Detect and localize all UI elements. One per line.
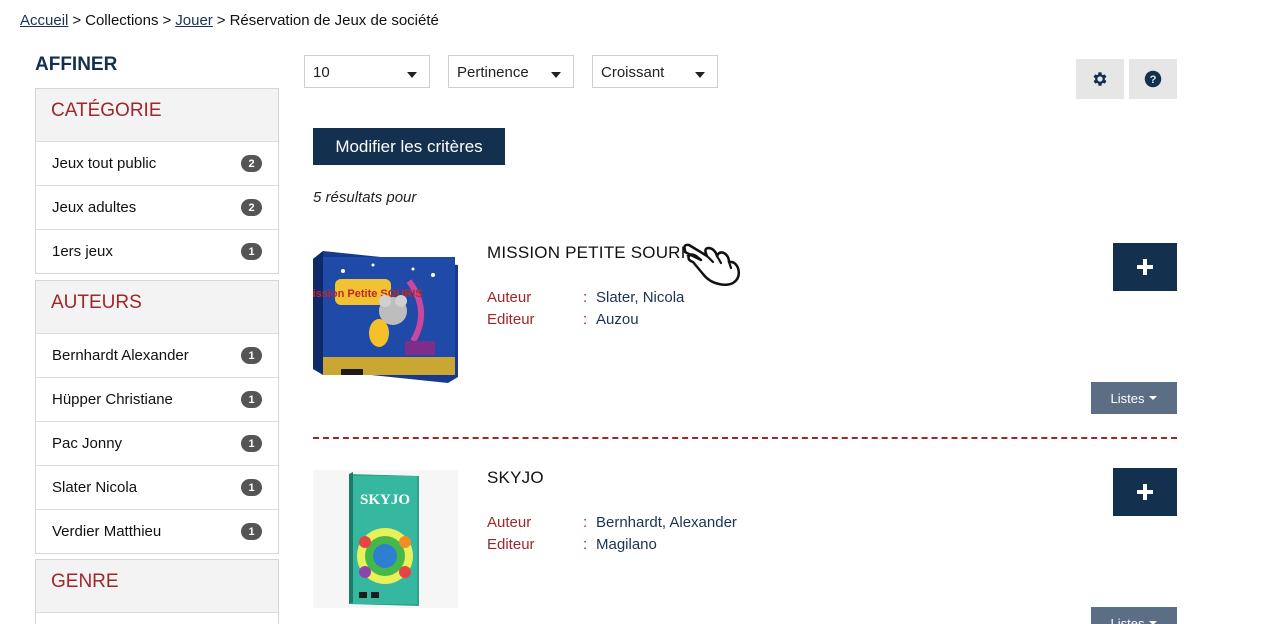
sort-value: Pertinence (457, 64, 529, 81)
result-cover-image[interactable]: SKYJO (313, 470, 458, 608)
lists-label: Listes (1110, 390, 1145, 406)
facet-item[interactable]: Jeux tout public 2 (36, 141, 278, 185)
lists-dropdown-button[interactable]: Listes (1091, 607, 1177, 624)
facet-categorie: CATÉGORIE Jeux tout public 2 Jeux adulte… (35, 88, 279, 274)
breadcrumb: Accueil > Collections > Jouer > Réservation de… (20, 12, 439, 29)
publisher-row: Editeur : Magilano (487, 536, 657, 553)
count-badge: 1 (241, 243, 262, 260)
facet-item-label: Verdier Matthieu (52, 523, 162, 540)
author-value[interactable]: Slater, Nicola (596, 289, 684, 306)
facet-item-label: Bernhardt Alexander (52, 347, 189, 364)
count-badge: 1 (241, 391, 262, 408)
results-count: 5 résultats pour (313, 189, 417, 206)
cover-text: SKYJO (360, 492, 410, 508)
per-page-value: 10 (313, 64, 330, 81)
order-value: Croissant (601, 64, 665, 81)
facet-item[interactable]: Slater Nicola 1 (36, 465, 278, 509)
result-cover-image[interactable]: Mission Petite SOURIS (303, 251, 458, 383)
facet-item-label: Slater Nicola (52, 479, 138, 496)
count-badge: 1 (241, 479, 262, 496)
publisher-label: Editeur (487, 536, 535, 553)
publisher-value[interactable]: Auzou (596, 311, 639, 328)
count-badge: 2 (241, 199, 262, 216)
facet-heading[interactable]: GENRE (36, 560, 278, 612)
breadcrumb-home-link[interactable]: Accueil (20, 12, 68, 29)
gear-icon (1093, 72, 1107, 86)
meta-colon: : (583, 289, 588, 306)
facet-item-label: Jeux tout public (52, 155, 157, 172)
breadcrumb-separator: > (162, 12, 172, 29)
order-select[interactable]: Croissant (592, 55, 718, 88)
breadcrumb-jouer-link[interactable]: Jouer (175, 12, 213, 29)
count-badge: 1 (241, 347, 262, 364)
facet-item[interactable]: Pac Jonny 1 (36, 421, 278, 465)
lists-dropdown-button[interactable]: Listes (1091, 382, 1177, 414)
hand-pointer-icon (683, 243, 741, 286)
add-to-cart-button[interactable] (1113, 243, 1177, 291)
help-button[interactable]: ? (1129, 59, 1177, 99)
meta-colon: : (583, 536, 588, 553)
game-box-image: Mission Petite SOURIS (303, 251, 458, 383)
facet-item[interactable]: Bernhardt Alexander 1 (36, 333, 278, 377)
facet-genre: GENRE (35, 559, 279, 624)
per-page-select[interactable]: 10 (304, 55, 430, 88)
plus-icon (1137, 484, 1153, 500)
author-label: Auteur (487, 514, 532, 531)
publisher-value[interactable]: Magilano (596, 536, 657, 553)
count-badge: 1 (241, 435, 262, 452)
author-value[interactable]: Bernhardt, Alexander (596, 514, 737, 531)
author-row: Auteur : Slater, Nicola (487, 289, 684, 306)
meta-colon: : (583, 311, 588, 328)
publisher-label: Editeur (487, 311, 535, 328)
count-badge: 2 (241, 155, 262, 172)
caret-down-icon (1149, 396, 1158, 400)
facet-item-label: 1ers jeux (52, 243, 113, 260)
facet-item[interactable]: 1ers jeux 1 (36, 229, 278, 273)
facet-item-label: Jeux adultes (52, 199, 137, 216)
caret-down-icon (407, 72, 417, 78)
result-title-link[interactable]: SKYJO (487, 468, 544, 488)
facet-item[interactable]: Hüpper Christiane 1 (36, 377, 278, 421)
plus-icon (1137, 259, 1153, 275)
author-label: Auteur (487, 289, 532, 306)
count-badge: 1 (241, 523, 262, 540)
sort-select[interactable]: Pertinence (448, 55, 574, 88)
facet-heading[interactable]: CATÉGORIE (36, 89, 278, 141)
breadcrumb-collections: Collections (85, 12, 159, 29)
sidebar-title: AFFINER (35, 54, 118, 75)
author-row: Auteur : Bernhardt, Alexander (487, 514, 737, 531)
modify-criteria-button[interactable]: Modifier les critères (313, 128, 505, 165)
add-to-cart-button[interactable] (1113, 468, 1177, 516)
caret-down-icon (551, 72, 561, 78)
publisher-row: Editeur : Auzou (487, 311, 639, 328)
breadcrumb-separator: > (72, 12, 82, 29)
lists-label: Listes (1110, 615, 1145, 624)
facet-item[interactable] (36, 612, 278, 624)
result-title-link[interactable]: MISSION PETITE SOURIS (487, 243, 697, 263)
caret-down-icon (695, 72, 705, 78)
breadcrumb-separator: > (216, 12, 226, 29)
facet-heading[interactable]: AUTEURS (36, 281, 278, 333)
facet-item-label: Pac Jonny (52, 435, 123, 452)
facet-item[interactable]: Jeux adultes 2 (36, 185, 278, 229)
meta-colon: : (583, 514, 588, 531)
facet-auteurs: AUTEURS Bernhardt Alexander 1 Hüpper Chr… (35, 280, 279, 554)
breadcrumb-current: Réservation de Jeux de société (229, 12, 439, 29)
facet-item-label: Hüpper Christiane (52, 391, 173, 408)
game-box-image: SKYJO (313, 470, 458, 608)
facet-item[interactable]: Verdier Matthieu 1 (36, 509, 278, 553)
results-divider (313, 437, 1177, 439)
settings-button[interactable] (1076, 59, 1124, 99)
svg-text:?: ? (1150, 74, 1157, 86)
question-circle-icon: ? (1144, 70, 1162, 88)
